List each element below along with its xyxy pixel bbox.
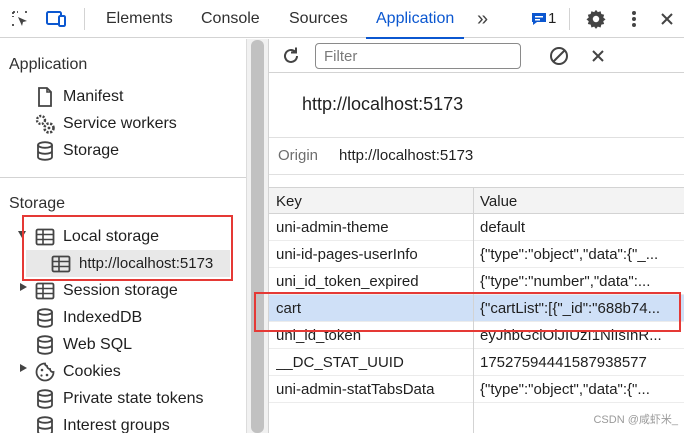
section-title-storage: Storage [9, 195, 66, 212]
sidebar-item-label: Interest groups [63, 416, 170, 433]
row-key: uni_id_token_expired [276, 273, 419, 290]
toolbar-separator [569, 8, 570, 30]
database-icon [34, 415, 56, 433]
column-separator[interactable] [473, 187, 474, 433]
table-row[interactable]: uni-admin-statTabsData {"type":"object",… [269, 376, 684, 403]
toolbar-separator [84, 8, 85, 30]
row-value: 17527594441587938577 [480, 354, 647, 371]
table-grid-icon [50, 253, 72, 275]
gears-icon [34, 113, 56, 135]
row-value: {"type":"object","data":{"_... [480, 246, 659, 263]
sidebar-item-cookies[interactable]: Cookies [34, 358, 121, 385]
table-header: Key Value [269, 187, 684, 214]
sidebar-item-label: Service workers [63, 114, 177, 132]
table-grid-icon [34, 226, 56, 248]
tab-elements[interactable]: Elements [106, 0, 173, 38]
sidebar-item-service-workers[interactable]: Service workers [34, 110, 177, 137]
device-toolbar-icon[interactable] [44, 7, 68, 31]
origin-row: Origin http://localhost:5173 [269, 137, 684, 175]
row-key: uni-admin-statTabsData [276, 381, 435, 398]
column-header-value[interactable]: Value [480, 193, 517, 210]
close-devtools-icon[interactable] [655, 7, 679, 31]
local-storage-panel: http://localhost:5173 Origin http://loca… [268, 39, 684, 433]
watermark-text: CSDN @咸虾米_ [593, 414, 678, 426]
row-value: {"cartList":[{"_id":"688b74... [480, 300, 661, 317]
row-key: uni-admin-theme [276, 219, 389, 236]
sidebar-item-label: Manifest [63, 87, 124, 105]
devtools-toolbar: Elements Console Sources Application » 1 [0, 0, 684, 39]
sidebar-item-local-storage-origin[interactable]: http://localhost:5173 [26, 250, 230, 277]
sidebar-item-manifest[interactable]: Manifest [34, 83, 123, 110]
row-value: default [480, 219, 526, 236]
row-key: cart [276, 300, 302, 317]
sidebar-item-label: Private state tokens [63, 389, 204, 407]
tab-application[interactable]: Application [365, 0, 465, 39]
sidebar-item-label: Session storage [63, 281, 178, 299]
filter-input[interactable] [315, 43, 521, 69]
table-row[interactable]: uni-admin-theme default [269, 214, 684, 241]
issues-count: 1 [548, 10, 557, 27]
sidebar-item-websql[interactable]: Web SQL [34, 331, 132, 358]
sidebar-divider [0, 177, 246, 178]
origin-value: http://localhost:5173 [339, 147, 474, 164]
expand-triangle-right-icon[interactable] [20, 364, 27, 372]
tab-sources[interactable]: Sources [289, 0, 348, 38]
sidebar-item-local-storage[interactable]: Local storage [34, 223, 159, 250]
settings-gear-icon[interactable] [584, 7, 608, 31]
sidebar-item-private-state-tokens[interactable]: Private state tokens [34, 385, 204, 412]
refresh-icon[interactable] [279, 44, 303, 68]
table-row[interactable]: uni_id_token eyJhbGciOiJIUzI1NiIsInR... [269, 322, 684, 349]
table-row[interactable]: uni_id_token_expired {"type":"number","d… [269, 268, 684, 295]
table-grid-icon [34, 280, 56, 302]
clear-all-icon[interactable] [547, 44, 571, 68]
table-row[interactable]: __DC_STAT_UUID 17527594441587938577 [269, 349, 684, 376]
section-title-application: Application [9, 56, 88, 73]
sidebar-item-label: http://localhost:5173 [79, 255, 214, 272]
cookie-icon [34, 361, 56, 383]
sidebar-item-label: IndexedDB [63, 308, 143, 326]
delete-selected-icon[interactable] [586, 44, 610, 68]
row-key: uni-id-pages-userInfo [276, 246, 418, 263]
sidebar-item-indexeddb[interactable]: IndexedDB [34, 304, 142, 331]
sidebar-item-session-storage[interactable]: Session storage [34, 277, 178, 304]
tab-console[interactable]: Console [201, 0, 260, 38]
chevrons-right-icon[interactable]: » [477, 0, 488, 38]
expand-triangle-down-icon[interactable] [18, 231, 26, 238]
sidebar-item-storage[interactable]: Storage [34, 137, 119, 164]
sidebar-item-label: Storage [63, 141, 120, 159]
document-icon [34, 86, 56, 108]
database-icon [34, 334, 56, 356]
row-value: eyJhbGciOiJIUzI1NiIsInR... [480, 327, 662, 344]
sidebar-item-label: Web SQL [63, 335, 133, 353]
database-icon [34, 140, 56, 162]
storage-filter-toolbar [269, 39, 684, 73]
origin-heading: http://localhost:5173 [302, 94, 464, 114]
database-icon [34, 388, 56, 410]
row-key: uni_id_token [276, 327, 362, 344]
sidebar-item-interest-groups[interactable]: Interest groups [34, 412, 170, 433]
table-row-selected[interactable]: cart {"cartList":[{"_id":"688b74... [269, 295, 684, 322]
expand-triangle-right-icon[interactable] [20, 283, 27, 291]
column-header-key[interactable]: Key [276, 193, 302, 210]
inspect-icon[interactable] [8, 7, 32, 31]
sidebar-item-label: Cookies [63, 362, 121, 380]
origin-label: Origin [278, 147, 319, 164]
database-icon [34, 307, 56, 329]
row-key: __DC_STAT_UUID [276, 354, 404, 371]
application-sidebar: Application Manifest Service workers Sto… [0, 39, 246, 433]
table-row[interactable]: uni-id-pages-userInfo {"type":"object","… [269, 241, 684, 268]
more-vertical-icon[interactable] [622, 7, 646, 31]
row-value: {"type":"object","data":{"... [480, 381, 650, 398]
sidebar-scrollbar-thumb[interactable] [251, 40, 264, 433]
row-value: {"type":"number","data":... [480, 273, 651, 290]
sidebar-item-label: Local storage [63, 227, 160, 245]
